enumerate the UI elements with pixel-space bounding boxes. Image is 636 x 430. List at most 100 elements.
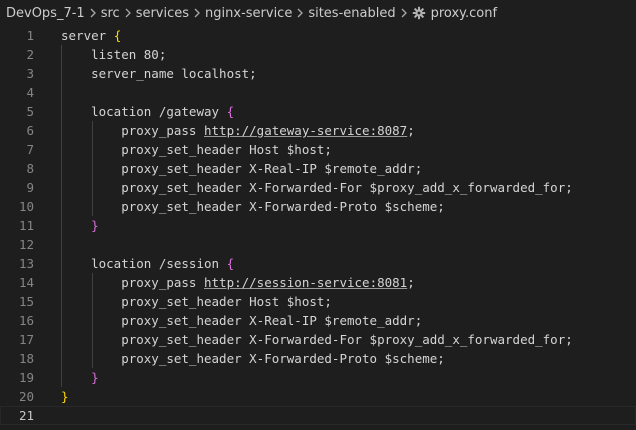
code-token: ;: [407, 123, 415, 138]
code-token: location /session: [61, 256, 227, 271]
breadcrumb-item[interactable]: nginx-service: [205, 6, 292, 21]
line-number: 11: [18, 218, 34, 233]
code-line[interactable]: 2 listen 80;: [0, 45, 636, 64]
code-token: proxy_set_header X-Real-IP $remote_addr;: [61, 161, 423, 176]
code-text: proxy_set_header X-Forwarded-Proto $sche…: [61, 197, 445, 216]
line-number: 21: [18, 408, 34, 423]
line-number: 17: [18, 332, 34, 347]
line-number: 6: [26, 123, 34, 138]
breadcrumb-item[interactable]: DevOps_7-1: [6, 6, 85, 21]
code-line[interactable]: 5 location /gateway {: [0, 102, 636, 121]
code-brace: }: [61, 389, 69, 404]
code-token: proxy_set_header Host $host;: [61, 294, 332, 309]
code-line[interactable]: 8 proxy_set_header X-Real-IP $remote_add…: [0, 159, 636, 178]
line-number: 18: [18, 351, 34, 366]
line-number: 5: [26, 104, 34, 119]
code-line[interactable]: 4: [0, 83, 636, 102]
code-brace: {: [226, 256, 235, 271]
code-area[interactable]: 1 server {2 listen 80; 3 server_name local…: [0, 26, 636, 425]
code-token: ;: [407, 275, 415, 290]
code-line[interactable]: 11 }: [0, 216, 636, 235]
code-line[interactable]: 17 proxy_set_header X-Forwarded-For $pro…: [0, 330, 636, 349]
code-link[interactable]: http://gateway-service:8087: [204, 123, 407, 138]
code-line[interactable]: 7 proxy_set_header Host $host;: [0, 140, 636, 159]
code-text: }: [61, 387, 69, 406]
line-number: 2: [26, 47, 34, 62]
code-line[interactable]: 16 proxy_set_header X-Real-IP $remote_ad…: [0, 311, 636, 330]
code-text: proxy_set_header X-Forwarded-For $proxy_…: [61, 178, 573, 197]
code-line[interactable]: 15 proxy_set_header Host $host;: [0, 292, 636, 311]
line-number: 15: [18, 294, 34, 309]
code-token: proxy_pass: [61, 275, 204, 290]
line-number: 19: [18, 370, 34, 385]
code-brace: {: [113, 28, 122, 43]
code-text: proxy_pass http://gateway-service:8087;: [61, 121, 415, 140]
chevron-right-icon: [397, 6, 411, 21]
code-editor[interactable]: DevOps_7-1 src services nginx-service sites-…: [0, 0, 636, 430]
code-token: proxy_pass: [61, 123, 204, 138]
code-line[interactable]: 1 server {: [0, 26, 636, 45]
file-name: proxy.conf: [430, 5, 498, 21]
code-token: proxy_set_header X-Forwarded-Proto $sche…: [61, 199, 445, 214]
code-text: }: [61, 368, 99, 387]
code-line[interactable]: 18 proxy_set_header X-Forwarded-Proto $s…: [0, 349, 636, 368]
code-token: server_name localhost;: [61, 66, 257, 81]
code-token: server: [61, 28, 114, 43]
line-number: 20: [18, 389, 34, 404]
line-number: 8: [26, 161, 34, 176]
line-number: 13: [18, 256, 34, 271]
code-text: listen 80;: [61, 45, 166, 64]
code-text: proxy_set_header Host $host;: [61, 292, 332, 311]
code-token: proxy_set_header X-Real-IP $remote_addr;: [61, 313, 423, 328]
line-number: 1: [26, 28, 34, 43]
line-number: 10: [18, 199, 34, 214]
code-token: proxy_set_header X-Forwarded-For $proxy_…: [61, 180, 573, 195]
code-brace: }: [91, 370, 99, 385]
chevron-right-icon: [190, 6, 204, 21]
breadcrumb-file[interactable]: proxy.conf: [412, 6, 497, 21]
code-token: proxy_set_header Host $host;: [61, 142, 332, 157]
code-text: proxy_set_header X-Forwarded-For $proxy_…: [61, 330, 573, 349]
line-number: 14: [18, 275, 34, 290]
line-number: 16: [18, 313, 34, 328]
code-line[interactable]: 12: [0, 235, 636, 254]
code-line[interactable]: 21: [0, 406, 636, 425]
code-line[interactable]: 3 server_name localhost;: [0, 64, 636, 83]
code-token: proxy_set_header X-Forwarded-For $proxy_…: [61, 332, 573, 347]
chevron-right-icon: [293, 6, 307, 21]
code-link[interactable]: http://session-service:8081: [204, 275, 407, 290]
code-text: location /gateway {: [61, 102, 234, 121]
indent-guide: [61, 235, 62, 254]
line-number: 7: [26, 142, 34, 157]
code-line[interactable]: 6 proxy_pass http://gateway-service:8087…: [0, 121, 636, 140]
chevron-right-icon: [121, 6, 135, 21]
code-brace: {: [226, 104, 235, 119]
breadcrumb-item[interactable]: src: [101, 6, 120, 21]
code-text: proxy_pass http://session-service:8081;: [61, 273, 415, 292]
line-number: 4: [26, 85, 34, 100]
code-text: proxy_set_header Host $host;: [61, 140, 332, 159]
code-text: }: [61, 216, 99, 235]
indent-guide: [61, 83, 62, 102]
code-text: proxy_set_header X-Forwarded-Proto $sche…: [61, 349, 445, 368]
code-line[interactable]: 14 proxy_pass http://session-service:808…: [0, 273, 636, 292]
chevron-right-icon: [86, 6, 100, 21]
code-text: proxy_set_header X-Real-IP $remote_addr;: [61, 159, 422, 178]
code-text: server {: [61, 26, 121, 45]
gear-icon: [412, 6, 426, 20]
code-token: location /gateway: [61, 104, 227, 119]
code-line[interactable]: 13 location /session {: [0, 254, 636, 273]
code-line[interactable]: 20}: [0, 387, 636, 406]
line-number: 3: [26, 66, 34, 81]
code-brace: }: [91, 218, 99, 233]
code-line[interactable]: 19 }: [0, 368, 636, 387]
breadcrumb-item[interactable]: services: [136, 6, 189, 21]
breadcrumb-item[interactable]: sites-enabled: [308, 6, 395, 21]
code-line[interactable]: 9 proxy_set_header X-Forwarded-For $prox…: [0, 178, 636, 197]
code-line[interactable]: 10 proxy_set_header X-Forwarded-Proto $s…: [0, 197, 636, 216]
code-token: listen 80;: [61, 47, 167, 62]
line-number: 9: [26, 180, 34, 195]
code-text: location /session {: [61, 254, 234, 273]
